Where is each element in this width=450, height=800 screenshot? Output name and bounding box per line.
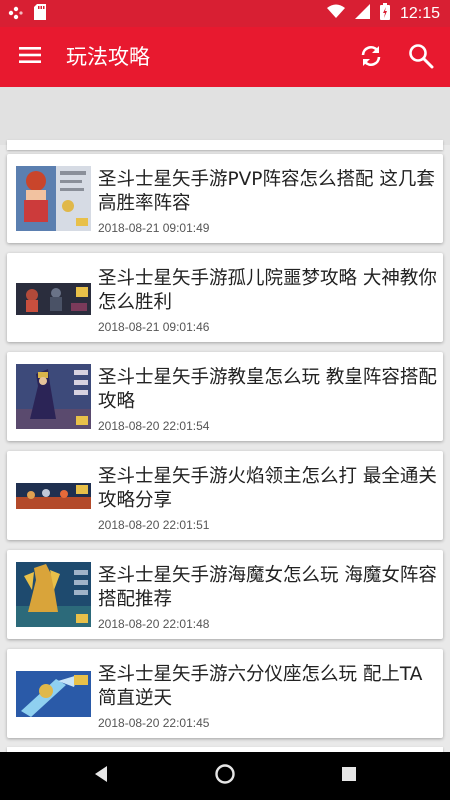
back-button[interactable] bbox=[89, 764, 113, 788]
search-icon bbox=[408, 43, 434, 73]
recents-button[interactable] bbox=[337, 764, 361, 788]
list-item[interactable]: 圣斗士星矢手游海魔女怎么玩 海魔女阵容搭配推荐 2018-08-20 22:01… bbox=[7, 550, 443, 639]
refresh-button[interactable] bbox=[352, 39, 390, 77]
status-left-icons bbox=[8, 4, 46, 24]
article-date: 2018-08-21 09:01:46 bbox=[98, 320, 210, 334]
article-title: 圣斗士星矢手游教皇怎么玩 教皇阵容搭配攻略 bbox=[98, 367, 437, 412]
article-thumbnail bbox=[16, 166, 91, 231]
app-bar: 玩法攻略 bbox=[0, 27, 450, 87]
article-title: 圣斗士星矢手游PVP阵容怎么搭配 这几套高胜率阵容 bbox=[98, 169, 435, 214]
refresh-icon bbox=[357, 42, 385, 74]
status-bar: 12:15 bbox=[0, 0, 450, 27]
search-button[interactable] bbox=[402, 39, 440, 77]
back-icon bbox=[93, 765, 109, 787]
article-date: 2018-08-20 22:01:51 bbox=[98, 518, 210, 532]
list-item[interactable]: 圣斗士星矢手游孤儿院噩梦攻略 大神教你怎么胜利 2018-08-21 09:01… bbox=[7, 253, 443, 342]
status-right-icons: 12:15 bbox=[326, 3, 440, 25]
article-thumbnail bbox=[16, 265, 91, 330]
article-thumbnail bbox=[16, 661, 91, 726]
status-time: 12:15 bbox=[399, 5, 440, 22]
article-date: 2018-08-20 22:01:45 bbox=[98, 716, 210, 730]
article-title: 圣斗士星矢手游六分仪座怎么玩 配上TA简直逆天 bbox=[98, 664, 423, 709]
article-title: 圣斗士星矢手游孤儿院噩梦攻略 大神教你怎么胜利 bbox=[98, 268, 437, 313]
battery-icon bbox=[379, 3, 390, 25]
navigation-bar bbox=[0, 752, 450, 800]
list-item-partial bbox=[7, 140, 443, 150]
article-thumbnail bbox=[16, 364, 91, 429]
home-button[interactable] bbox=[213, 764, 237, 788]
article-thumbnail bbox=[16, 463, 91, 528]
list-item[interactable]: 圣斗士星矢手游火焰领主怎么打 最全通关攻略分享 2018-08-20 22:01… bbox=[7, 451, 443, 540]
list-item[interactable]: 圣斗士星矢手游PVP阵容怎么搭配 这几套高胜率阵容 2018-08-21 09:… bbox=[7, 154, 443, 243]
article-title: 圣斗士星矢手游火焰领主怎么打 最全通关攻略分享 bbox=[98, 466, 437, 511]
article-title: 圣斗士星矢手游海魔女怎么玩 海魔女阵容搭配推荐 bbox=[98, 565, 437, 610]
wifi-icon bbox=[326, 4, 345, 24]
article-date: 2018-08-21 09:01:49 bbox=[98, 221, 210, 235]
hamburger-menu-icon bbox=[19, 46, 41, 68]
list-item[interactable]: 圣斗士星矢手游六分仪座怎么玩 配上TA简直逆天 2018-08-20 22:01… bbox=[7, 649, 443, 738]
signal-icon bbox=[354, 4, 370, 24]
menu-button[interactable] bbox=[10, 37, 50, 77]
page-title: 玩法攻略 bbox=[66, 45, 150, 69]
notification-dots-icon bbox=[8, 5, 24, 24]
recents-icon bbox=[341, 766, 357, 786]
list-item[interactable]: 圣斗士星矢手游教皇怎么玩 教皇阵容搭配攻略 2018-08-20 22:01:5… bbox=[7, 352, 443, 441]
home-icon bbox=[214, 763, 236, 789]
article-thumbnail bbox=[16, 562, 91, 627]
sd-card-icon bbox=[34, 4, 46, 24]
article-date: 2018-08-20 22:01:54 bbox=[98, 419, 210, 433]
header-spacer bbox=[0, 87, 450, 145]
article-date: 2018-08-20 22:01:48 bbox=[98, 617, 210, 631]
